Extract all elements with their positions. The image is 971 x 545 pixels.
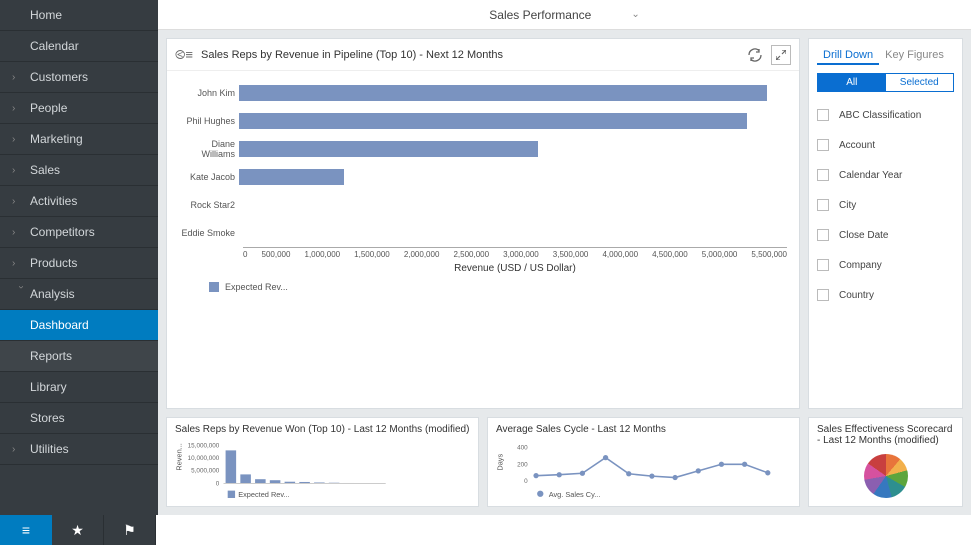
expand-button[interactable]	[771, 45, 791, 65]
svg-text:200: 200	[517, 461, 528, 468]
svg-text:400: 400	[517, 445, 528, 452]
checkbox[interactable]	[817, 259, 829, 271]
sidebar: Home Calendar ›Customers ›People ›Market…	[0, 0, 158, 515]
tab-drill-down[interactable]: Drill Down	[817, 47, 879, 65]
tab-key-figures[interactable]: Key Figures	[879, 47, 950, 65]
sidebar-item-dashboard[interactable]: Dashboard	[0, 310, 158, 341]
drill-down-panel: Drill Down Key Figures All Selected ABC …	[808, 38, 963, 409]
sidebar-item-people[interactable]: ›People	[0, 93, 158, 124]
chevron-right-icon: ›	[12, 444, 30, 455]
sidebar-item-customers[interactable]: ›Customers	[0, 62, 158, 93]
filter-item[interactable]: Company	[817, 250, 954, 280]
checkbox[interactable]	[817, 139, 829, 151]
segment-selected[interactable]: Selected	[886, 74, 954, 91]
svg-text:Avg. Sales Cy...: Avg. Sales Cy...	[549, 490, 601, 499]
chevron-right-icon: ›	[12, 227, 30, 238]
favorite-button[interactable]: ★	[52, 515, 104, 545]
checkbox[interactable]	[817, 109, 829, 121]
chevron-right-icon: ›	[12, 134, 30, 145]
svg-text:Expected Rev...: Expected Rev...	[238, 490, 289, 499]
bar-chart-icon: ⧀≡	[175, 47, 193, 63]
sidebar-item-marketing[interactable]: ›Marketing	[0, 124, 158, 155]
bar	[239, 85, 767, 101]
filter-item[interactable]: Calendar Year	[817, 160, 954, 190]
filter-item[interactable]: Close Date	[817, 220, 954, 250]
main-chart-panel: ⧀≡ Sales Reps by Revenue in Pipeline (To…	[166, 38, 800, 409]
menu-button[interactable]: ≡	[0, 515, 52, 545]
bar-label: Rock Star2	[179, 200, 239, 210]
page-header: Sales Performance ⌄	[158, 0, 971, 30]
svg-text:10,000,000: 10,000,000	[188, 455, 220, 462]
sidebar-item-stores[interactable]: Stores	[0, 403, 158, 434]
small-chart-avg-cycle[interactable]: Average Sales Cycle - Last 12 Months 400…	[487, 417, 800, 507]
x-axis-label: Revenue (USD / US Dollar)	[243, 263, 787, 274]
sidebar-item-competitors[interactable]: ›Competitors	[0, 217, 158, 248]
svg-text:15,000,000: 15,000,000	[188, 442, 220, 449]
bar-label: Kate Jacob	[179, 172, 239, 182]
sidebar-item-home[interactable]: Home	[0, 0, 158, 31]
checkbox[interactable]	[817, 289, 829, 301]
svg-text:0: 0	[216, 480, 220, 487]
filter-item[interactable]: Account	[817, 130, 954, 160]
checkbox[interactable]	[817, 199, 829, 211]
checkbox[interactable]	[817, 229, 829, 241]
chevron-right-icon: ›	[12, 103, 30, 114]
sidebar-item-utilities[interactable]: ›Utilities	[0, 434, 158, 465]
footer-bar: ≡ ★ ⚑	[0, 515, 971, 545]
filter-item[interactable]: ABC Classification	[817, 100, 954, 130]
svg-text:5,000,000: 5,000,000	[191, 468, 220, 475]
pie-chart-icon	[864, 454, 908, 498]
sidebar-item-calendar[interactable]: Calendar	[0, 31, 158, 62]
bar-label: Diane Williams	[179, 139, 239, 159]
sidebar-item-activities[interactable]: ›Activities	[0, 186, 158, 217]
filter-item[interactable]: City	[817, 190, 954, 220]
chevron-right-icon: ›	[12, 72, 30, 83]
sidebar-item-products[interactable]: ›Products	[0, 248, 158, 279]
refresh-button[interactable]	[745, 45, 765, 65]
bar-label: Eddie Smoke	[179, 228, 239, 238]
bar-label: John Kim	[179, 88, 239, 98]
chevron-down-icon[interactable]: ⌄	[631, 9, 639, 20]
bar-label: Phil Hughes	[179, 116, 239, 126]
small-chart-revenue-won[interactable]: Sales Reps by Revenue Won (Top 10) - Las…	[166, 417, 479, 507]
content-area: Sales Performance ⌄ ⧀≡ Sales Reps by Rev…	[158, 0, 971, 515]
page-title: Sales Performance	[489, 8, 591, 22]
bar	[239, 113, 747, 129]
svg-text:0: 0	[524, 478, 528, 485]
bar	[239, 141, 538, 157]
chevron-down-icon: ›	[16, 285, 27, 303]
filter-item[interactable]: Country	[817, 280, 954, 310]
svg-text:Days: Days	[496, 454, 504, 471]
chart-title: Sales Reps by Revenue in Pipeline (Top 1…	[201, 49, 503, 61]
sidebar-item-sales[interactable]: ›Sales	[0, 155, 158, 186]
bar	[239, 169, 344, 185]
chart-legend: Expected Rev...	[209, 282, 787, 292]
chevron-right-icon: ›	[12, 165, 30, 176]
checkbox[interactable]	[817, 169, 829, 181]
sidebar-item-reports[interactable]: Reports	[0, 341, 158, 372]
flag-button[interactable]: ⚑	[104, 515, 156, 545]
chevron-right-icon: ›	[12, 196, 30, 207]
chevron-right-icon: ›	[12, 258, 30, 269]
sidebar-item-library[interactable]: Library	[0, 372, 158, 403]
small-chart-scorecard[interactable]: Sales Effectiveness Scorecard - Last 12 …	[808, 417, 963, 507]
svg-text:Reven...: Reven...	[175, 443, 183, 470]
sidebar-item-analysis[interactable]: ›Analysis	[0, 279, 158, 310]
segment-all[interactable]: All	[818, 74, 886, 91]
